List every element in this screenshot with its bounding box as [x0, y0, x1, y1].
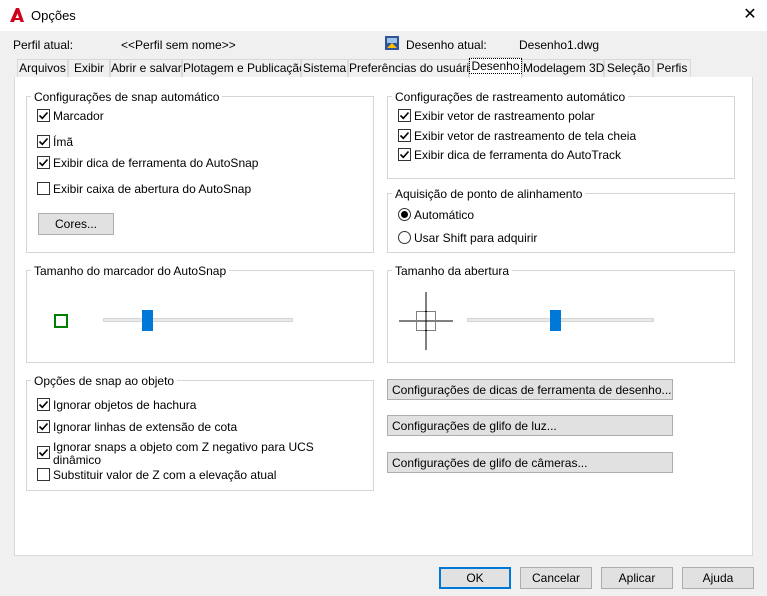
ignore-dimension-lines-checkbox[interactable] — [37, 420, 50, 433]
tab-modelagem-3d[interactable]: Modelagem 3D — [522, 59, 604, 78]
shift-acquire-radio[interactable] — [398, 231, 411, 244]
autotrack-tooltip-checkbox[interactable] — [398, 148, 411, 161]
colors-button[interactable]: Cores... — [38, 213, 114, 235]
automatic-radio[interactable] — [398, 208, 411, 221]
ignore-hatch-label: Ignorar objetos de hachura — [53, 398, 197, 412]
fullscreen-vector-label: Exibir vetor de rastreamento de tela che… — [414, 129, 637, 143]
tab-sistema[interactable]: Sistema — [301, 59, 348, 78]
replace-z-elevation-checkbox[interactable] — [37, 468, 50, 481]
autosnap-aperture-box-checkbox[interactable] — [37, 182, 50, 195]
light-glyph-settings-button[interactable]: Configurações de glifo de luz... — [387, 415, 673, 436]
ignore-negative-z-label-line1: Ignorar snaps a objeto com Z negativo pa… — [53, 440, 314, 454]
aperture-size-title: Tamanho da abertura — [392, 264, 513, 278]
object-snap-options-title: Opções de snap ao objeto — [31, 374, 178, 388]
ok-button[interactable]: OK — [439, 567, 511, 589]
tab-preferencias-do-usuario[interactable]: Preferências do usuário — [348, 59, 476, 78]
automatic-label: Automático — [414, 208, 475, 222]
tab-plotagem-e-publicacao[interactable]: Plotagem e Publicação — [182, 59, 306, 78]
help-button[interactable]: Ajuda — [682, 567, 754, 589]
autotrack-settings-title: Configurações de rastreamento automático — [392, 90, 629, 104]
alignment-acquisition-title: Aquisição de ponto de alinhamento — [392, 187, 586, 201]
autocad-logo-icon — [9, 7, 25, 23]
marker-size-group — [26, 270, 374, 363]
cancel-button[interactable]: Cancelar — [520, 567, 592, 589]
polar-vector-checkbox[interactable] — [398, 109, 411, 122]
marker-checkbox[interactable] — [37, 109, 50, 122]
marker-size-slider-track[interactable] — [103, 318, 293, 322]
close-button[interactable]: ✕ — [738, 4, 762, 26]
marker-size-title: Tamanho do marcador do AutoSnap — [31, 264, 230, 278]
replace-z-elevation-label: Substituir valor de Z com a elevação atu… — [53, 468, 277, 482]
ignore-negative-z-checkbox[interactable] — [37, 446, 50, 459]
aperture-size-slider-thumb[interactable] — [550, 310, 561, 331]
marker-preview-icon — [54, 314, 68, 328]
marker-size-slider-thumb[interactable] — [142, 310, 153, 331]
window-title: Opções — [31, 8, 76, 23]
ignore-negative-z-label-line2: dinâmico — [53, 453, 102, 467]
aperture-preview-icon — [399, 292, 453, 350]
title-bar — [0, 0, 767, 31]
autosnap-settings-title: Configurações de snap automático — [31, 90, 223, 104]
tab-abrir-e-salvar[interactable]: Abrir e salvar — [110, 59, 182, 78]
profile-value: <<Perfil sem nome>> — [121, 38, 236, 52]
tab-selecao[interactable]: Seleção — [604, 59, 653, 78]
camera-glyph-settings-button[interactable]: Configurações de glifo de câmeras... — [387, 452, 673, 473]
apply-button[interactable]: Aplicar — [601, 567, 673, 589]
autosnap-tooltip-label: Exibir dica de ferramenta do AutoSnap — [53, 156, 259, 170]
ignore-hatch-checkbox[interactable] — [37, 398, 50, 411]
polar-vector-label: Exibir vetor de rastreamento polar — [414, 109, 595, 123]
profile-label: Perfil atual: — [13, 38, 74, 52]
drawing-file-icon — [384, 35, 400, 51]
tab-arquivos[interactable]: Arquivos — [17, 59, 68, 78]
drawing-value: Desenho1.dwg — [519, 38, 600, 52]
shift-acquire-label: Usar Shift para adquirir — [414, 231, 538, 245]
autotrack-tooltip-label: Exibir dica de ferramenta do AutoTrack — [414, 148, 621, 162]
drawing-label: Desenho atual: — [406, 38, 487, 52]
magnet-label: Ímã — [53, 135, 74, 149]
marker-label: Marcador — [53, 109, 104, 123]
ignore-dimension-lines-label: Ignorar linhas de extensão de cota — [53, 420, 238, 434]
autosnap-tooltip-checkbox[interactable] — [37, 156, 50, 169]
autosnap-aperture-box-label: Exibir caixa de abertura do AutoSnap — [53, 182, 252, 196]
magnet-checkbox[interactable] — [37, 135, 50, 148]
tab-desenho[interactable]: Desenho — [469, 57, 522, 78]
tab-perfis[interactable]: Perfis — [653, 59, 691, 78]
fullscreen-vector-checkbox[interactable] — [398, 129, 411, 142]
tab-exibir[interactable]: Exibir — [68, 59, 110, 78]
drafting-tooltip-settings-button[interactable]: Configurações de dicas de ferramenta de … — [387, 379, 673, 400]
